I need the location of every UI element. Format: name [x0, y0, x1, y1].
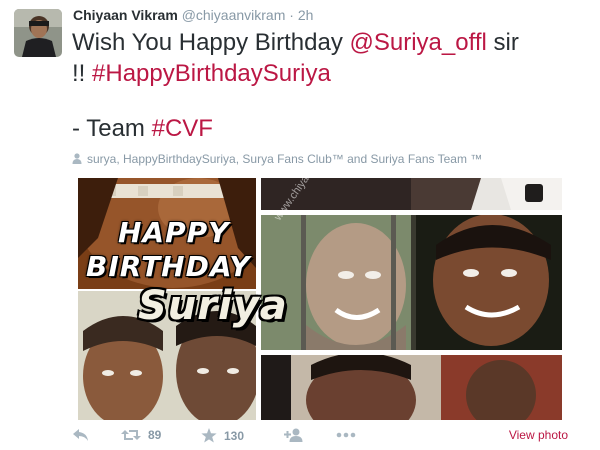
overlay-happy-text: HAPPY	[118, 216, 230, 249]
tweet-actions: 89 130	[72, 428, 572, 448]
tweet-text-part: !!	[72, 60, 93, 87]
reply-button[interactable]	[72, 428, 89, 442]
tweet-header: Chiyaan Vikram @chiyaanvikram · 2h	[73, 6, 313, 24]
tweet-text-part: - Team	[72, 115, 152, 142]
follow-button[interactable]	[284, 428, 304, 442]
more-icon	[336, 432, 356, 438]
tweet: Chiyaan Vikram @chiyaanvikram · 2h Wish …	[0, 0, 600, 450]
reply-icon	[72, 428, 89, 442]
author-name[interactable]: Chiyaan Vikram	[73, 7, 178, 23]
person-icon	[72, 153, 82, 167]
retweet-button[interactable]: 89	[121, 428, 161, 442]
avatar[interactable]	[14, 9, 62, 57]
more-button[interactable]	[336, 432, 356, 438]
favorite-button[interactable]: 130	[201, 428, 244, 443]
separator-dot: ·	[289, 7, 294, 23]
hashtag-link[interactable]: #HappyBirthdaySuriya	[92, 60, 331, 87]
tweet-line-2: !! #HappyBirthdaySuriya	[72, 58, 592, 89]
mention-link[interactable]: @Suriya_offl	[350, 29, 487, 56]
tweet-text-part: Wish You Happy Birthday	[72, 29, 350, 56]
add-user-icon	[284, 428, 304, 442]
author-handle[interactable]: @chiyaanvikram	[182, 7, 286, 23]
hashtag-link[interactable]: #CVF	[152, 115, 213, 142]
tweet-line-3: - Team #CVF	[72, 113, 592, 144]
star-icon	[201, 428, 217, 443]
overlay-name-text: Suriya	[138, 283, 288, 329]
retweet-count: 89	[148, 428, 162, 442]
overlay-birthday-text: BIRTHDAY	[86, 250, 251, 283]
tweet-text-part: sir	[486, 29, 519, 56]
tweet-line-1: Wish You Happy Birthday @Suriya_offl sir	[72, 27, 592, 58]
tweet-photo[interactable]: HAPPY BIRTHDAY Suriya www.chiyaanvikram	[78, 178, 562, 420]
favorite-count: 130	[224, 428, 245, 443]
tagged-people[interactable]: surya, HappyBirthdaySuriya, Surya Fans C…	[72, 152, 482, 167]
photo-panel	[261, 215, 562, 350]
view-photo-link[interactable]: View photo	[509, 428, 568, 442]
tweet-text: Wish You Happy Birthday @Suriya_offl sir…	[72, 27, 592, 144]
retweet-icon	[121, 428, 141, 442]
photo-panel	[261, 355, 562, 420]
tweet-timestamp[interactable]: 2h	[298, 7, 314, 23]
tagged-people-text: surya, HappyBirthdaySuriya, Surya Fans C…	[87, 152, 483, 166]
